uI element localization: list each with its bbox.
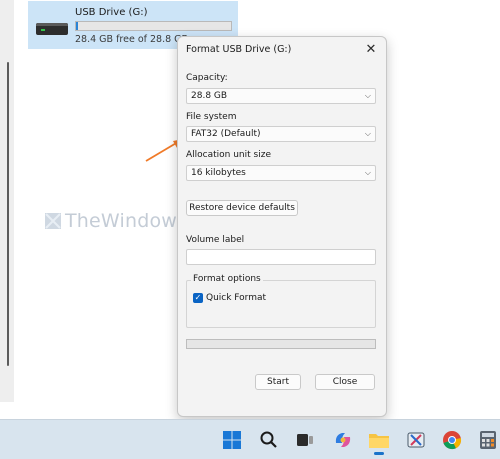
snipping-tool-icon[interactable] — [404, 428, 428, 452]
chrome-icon[interactable] — [440, 428, 464, 452]
file-explorer-icon[interactable] — [367, 428, 391, 455]
drive-free-space: 28.4 GB free of 28.8 GB — [75, 34, 189, 45]
dialog-title: Format USB Drive (G:) — [186, 44, 292, 55]
format-options-group: Format options ✓ Quick Format — [186, 274, 376, 328]
navigation-pane — [0, 0, 14, 402]
file-system-label: File system — [186, 112, 237, 122]
taskbar — [0, 419, 500, 459]
format-options-label: Format options — [191, 274, 263, 284]
search-icon[interactable] — [257, 428, 281, 452]
format-dialog: Format USB Drive (G:) ✕ Capacity: 28.8 G… — [177, 36, 387, 417]
format-progress-bar — [186, 339, 376, 349]
active-indicator — [374, 452, 384, 455]
close-button[interactable]: Close — [315, 374, 375, 390]
capacity-label: Capacity: — [186, 73, 228, 83]
windows-start-icon[interactable] — [220, 428, 244, 452]
drive-usage-fill — [76, 22, 79, 30]
chevron-down-icon: ⌵ — [364, 168, 371, 177]
quick-format-checkbox[interactable]: ✓ — [193, 293, 203, 303]
capacity-select[interactable]: 28.8 GB ⌵ — [186, 88, 376, 104]
navigation-scrollbar[interactable] — [7, 62, 9, 366]
task-view-icon[interactable] — [293, 428, 317, 452]
file-system-value: FAT32 (Default) — [191, 129, 261, 139]
chevron-down-icon: ⌵ — [364, 129, 371, 138]
quick-format-label: Quick Format — [206, 293, 267, 303]
allocation-unit-select[interactable]: 16 kilobytes ⌵ — [186, 165, 376, 181]
drive-led — [41, 29, 45, 31]
chevron-down-icon: ⌵ — [364, 91, 371, 100]
volume-label-label: Volume label — [186, 235, 245, 245]
close-icon[interactable]: ✕ — [363, 42, 379, 58]
watermark-logo-icon — [45, 213, 61, 229]
calculator-icon[interactable] — [476, 428, 500, 452]
allocation-unit-value: 16 kilobytes — [191, 168, 246, 178]
start-button[interactable]: Start — [255, 374, 301, 390]
restore-defaults-button[interactable]: Restore device defaults — [186, 200, 298, 216]
usb-drive-icon — [36, 23, 68, 35]
drive-usage-bar — [75, 21, 232, 31]
volume-label-input[interactable] — [186, 249, 376, 265]
file-system-select[interactable]: FAT32 (Default) ⌵ — [186, 126, 376, 142]
allocation-unit-label: Allocation unit size — [186, 150, 271, 160]
copilot-icon[interactable] — [331, 428, 355, 452]
capacity-value: 28.8 GB — [191, 91, 228, 101]
drive-title: USB Drive (G:) — [75, 7, 148, 18]
